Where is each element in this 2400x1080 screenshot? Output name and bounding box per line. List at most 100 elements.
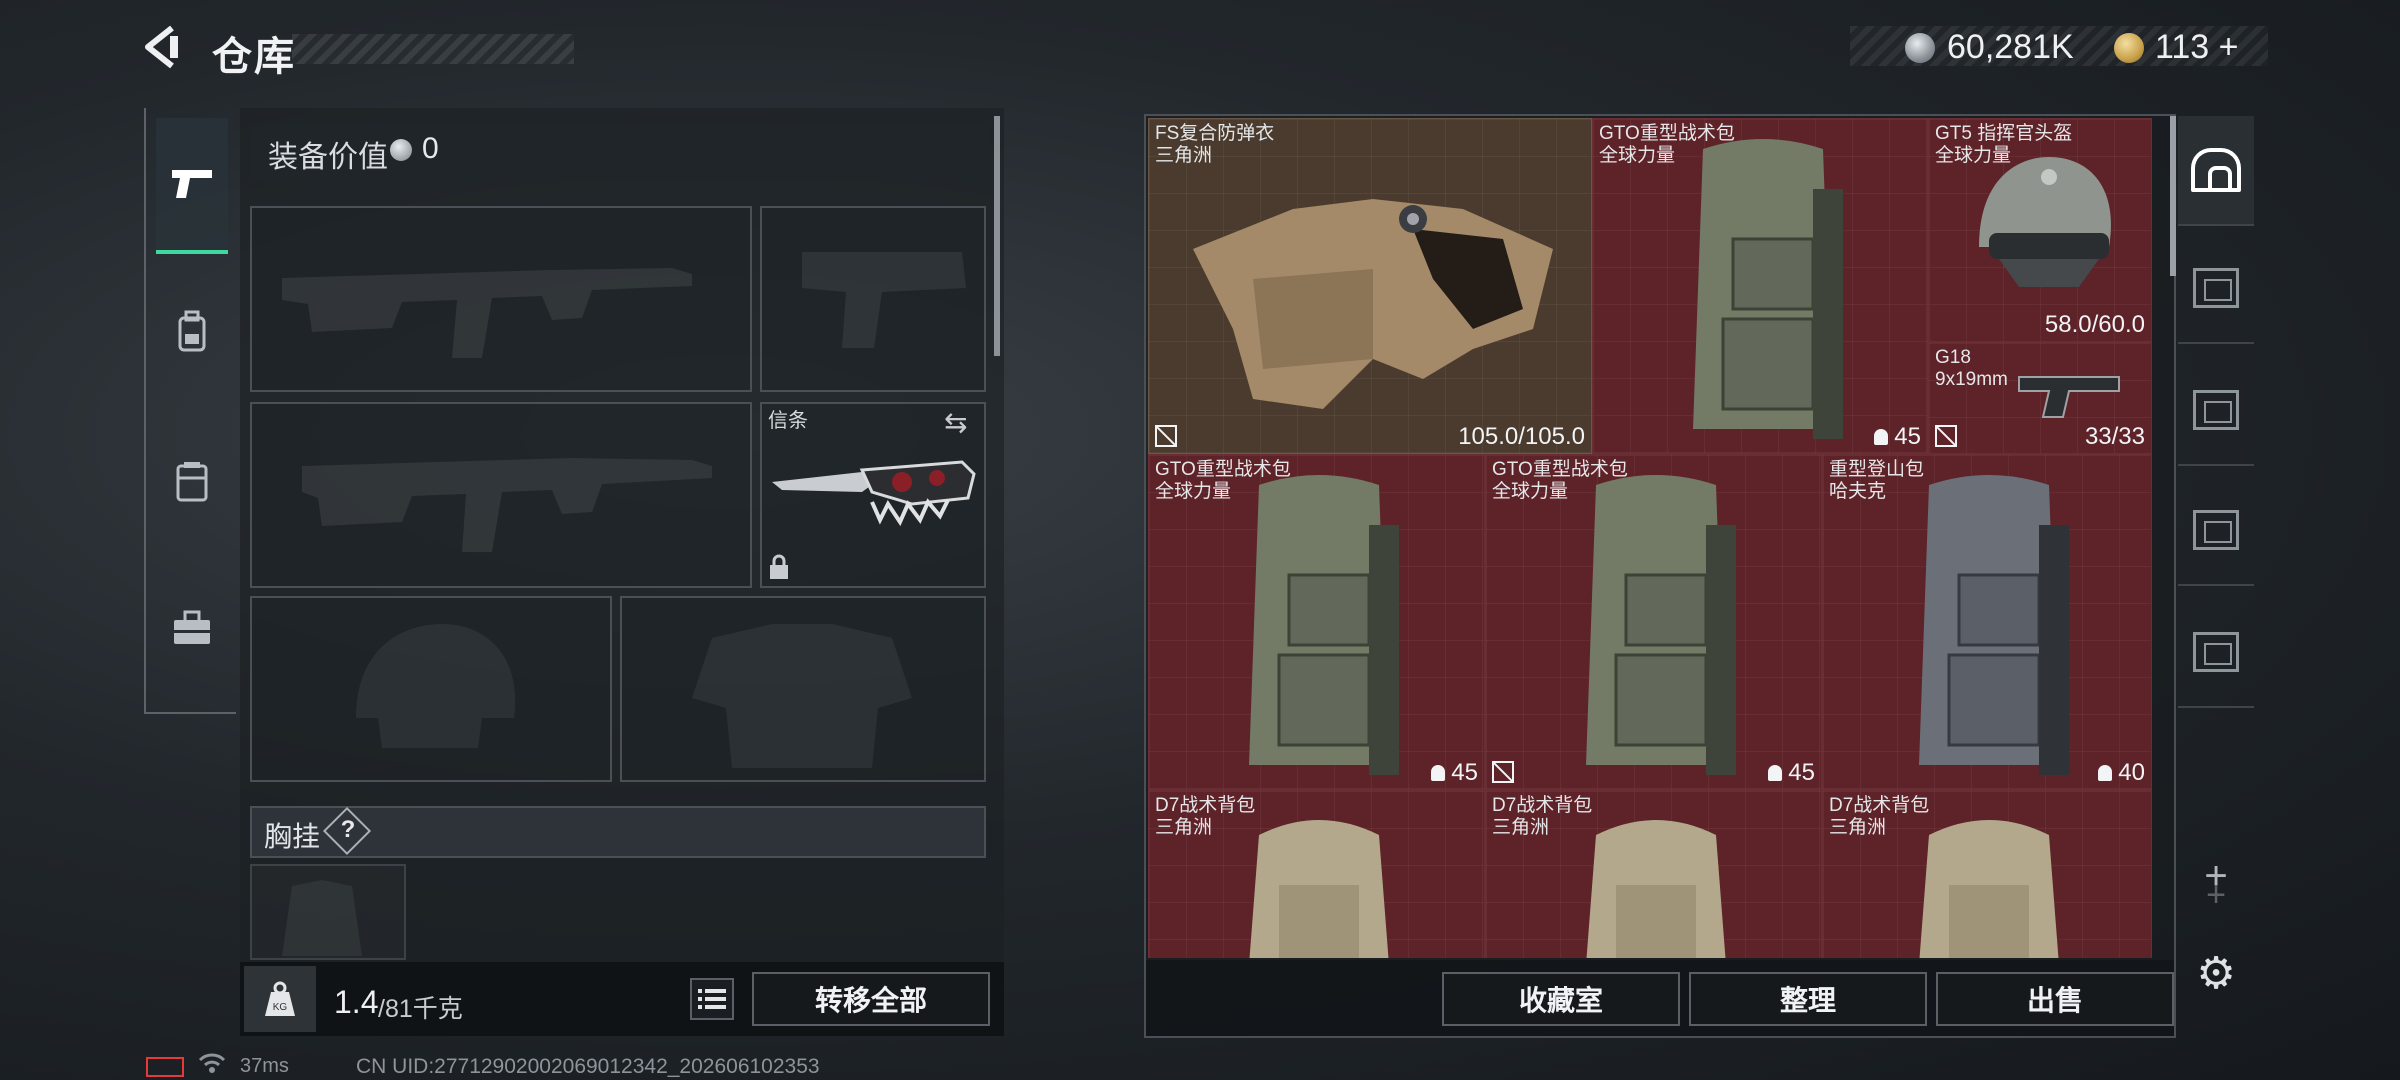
item-maker: 哈夫克	[1829, 481, 1887, 502]
no-repair-icon	[1935, 425, 1957, 447]
item-name: FS复合防弹衣	[1155, 123, 1275, 144]
coin-icon	[390, 139, 412, 161]
body-armor-icon	[1193, 199, 1553, 409]
backpack-icon	[1693, 139, 1843, 439]
swap-icon[interactable]: ⇆	[944, 406, 967, 439]
item-caliber: 9x19mm	[1935, 369, 2008, 390]
stash-item[interactable]: GT5 指挥官头盔 全球力量 58.0/60.0	[1928, 118, 2152, 342]
item-maker: 三角洲	[1829, 817, 1887, 838]
no-repair-icon	[1492, 761, 1514, 783]
settings-gear-icon[interactable]: ⚙	[2194, 952, 2238, 996]
gold-icon	[2114, 33, 2144, 63]
tab-stash-page-3[interactable]	[2178, 476, 2254, 586]
briefcase-icon	[174, 610, 210, 644]
tab-stash-page-2[interactable]	[2178, 356, 2254, 466]
sort-button[interactable]: 整理	[1689, 972, 1927, 1026]
back-button[interactable]	[140, 22, 190, 72]
item-durability: 58.0/60.0	[2044, 311, 2145, 338]
item-capacity: 45	[1431, 759, 1478, 787]
tab-stash-page-4[interactable]	[2178, 598, 2254, 708]
transfer-all-button[interactable]: 转移全部	[752, 972, 990, 1026]
melee-skin-label: 信条	[768, 410, 808, 432]
back-arrow-icon	[145, 25, 178, 69]
equipment-value-label: 装备价值	[268, 141, 388, 174]
item-capacity: 45	[1874, 423, 1921, 451]
add-stash-page-disabled: +	[2206, 875, 2226, 914]
stash-item[interactable]: D7战术背包 三角洲	[1148, 790, 1485, 958]
tab-vest[interactable]	[156, 414, 228, 550]
stash-item[interactable]: GTO重型战术包 全球力量 45	[1148, 454, 1485, 790]
tab-gear[interactable]	[156, 264, 228, 400]
ping-readout: 37ms	[240, 1055, 289, 1077]
stash-scrollbar[interactable]	[2170, 116, 2176, 276]
coin-icon	[1905, 33, 1935, 63]
backpack-icon	[1249, 475, 1399, 775]
helmet-slot[interactable]	[250, 596, 612, 782]
tab-stash-page-1[interactable]	[2178, 234, 2254, 344]
loadout-category-tabs	[144, 108, 236, 714]
stash-item[interactable]: GTO重型战术包 全球力量 45	[1485, 454, 1822, 790]
tab-weapons[interactable]	[156, 118, 228, 254]
stash-page-icon	[2193, 268, 2239, 308]
carry-weight: 1.4	[334, 984, 379, 1020]
capacity-icon	[1768, 765, 1783, 781]
vest-icon	[176, 462, 208, 502]
stash-page-icon	[2193, 510, 2239, 550]
pistol-silhouette-icon	[802, 252, 966, 348]
stash-item[interactable]: FS复合防弹衣 三角洲 105.0/105.0	[1148, 118, 1592, 454]
collection-room-button[interactable]: 收藏室	[1442, 972, 1680, 1026]
backpack-icon	[1919, 475, 2069, 775]
equipment-value: 0	[422, 132, 439, 165]
item-maker: 全球力量	[1155, 481, 1232, 502]
lock-icon	[768, 554, 790, 586]
body-armor-slot[interactable]	[620, 596, 986, 782]
item-name: D7战术背包	[1829, 795, 1930, 816]
item-name: GTO重型战术包	[1599, 123, 1735, 144]
item-maker: 三角洲	[1155, 145, 1213, 166]
pistol-icon	[172, 170, 212, 198]
armor-silhouette-icon	[692, 624, 912, 768]
gold-balance[interactable]: 113 +	[2155, 28, 2239, 67]
item-capacity: 40	[2098, 759, 2145, 787]
tab-stash-home[interactable]	[2178, 116, 2254, 226]
help-icon[interactable]: ?	[337, 816, 359, 844]
stash-page-icon	[2193, 632, 2239, 672]
capacity-icon	[1874, 429, 1889, 445]
chest-rig-slot[interactable]	[250, 864, 406, 960]
item-maker: 全球力量	[1935, 145, 2012, 166]
carry-weight-max: /81千克	[378, 995, 463, 1023]
no-repair-icon	[1155, 425, 1177, 447]
loadout-scrollbar[interactable]	[994, 116, 1000, 356]
item-name: D7战术背包	[1155, 795, 1256, 816]
stash-item[interactable]: G18 9x19mm 33/33	[1928, 342, 2152, 454]
item-maker: 全球力量	[1492, 481, 1569, 502]
stash-item[interactable]: GTO重型战术包 全球力量 45	[1592, 118, 1928, 454]
sell-button[interactable]: 出售	[1936, 972, 2174, 1026]
stash-page-icon	[2193, 390, 2239, 430]
add-gold-button[interactable]: +	[2219, 28, 2239, 66]
stash-item[interactable]: 重型登山包 哈夫克 40	[1822, 454, 2152, 790]
svg-text:KG: KG	[273, 1002, 288, 1013]
secondary-weapon-slot[interactable]	[250, 402, 752, 588]
pistol-icon	[2018, 376, 2120, 418]
helmet-silhouette-icon	[356, 624, 516, 748]
item-ammo: 33/33	[2084, 423, 2145, 450]
weight-icon: KG	[244, 966, 316, 1032]
stash-item[interactable]: D7战术背包 三角洲	[1485, 790, 1822, 958]
tab-cases[interactable]	[156, 560, 228, 696]
primary-weapon-slot[interactable]	[250, 206, 752, 392]
wifi-icon	[198, 1052, 226, 1080]
chest-rig-label: 胸挂	[264, 821, 321, 852]
stash-page-tabs: +	[2178, 116, 2254, 916]
backpack-icon	[1249, 820, 1389, 958]
rifle-silhouette-icon	[302, 458, 712, 552]
item-maker: 三角洲	[1155, 817, 1213, 838]
item-capacity: 45	[1768, 759, 1815, 787]
item-name: D7战术背包	[1492, 795, 1593, 816]
backpack-icon	[1586, 820, 1726, 958]
pistol-slot[interactable]	[760, 206, 986, 392]
list-view-button[interactable]	[690, 978, 734, 1020]
item-name: 重型登山包	[1829, 459, 1925, 480]
chest-rig-silhouette-icon	[282, 880, 362, 956]
stash-item[interactable]: D7战术背包 三角洲	[1822, 790, 2152, 958]
